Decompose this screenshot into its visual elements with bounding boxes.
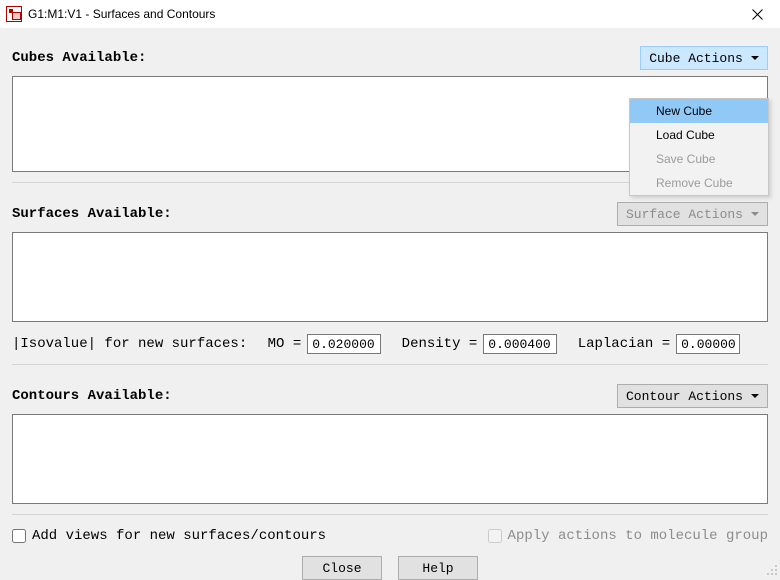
contours-listbox[interactable] bbox=[12, 414, 768, 504]
isovalue-row: |Isovalue| for new surfaces: MO = Densit… bbox=[12, 334, 768, 354]
cube-actions-button-label: Cube Actions bbox=[649, 51, 743, 66]
chevron-down-icon bbox=[751, 56, 759, 60]
menu-item-load-cube[interactable]: Load Cube bbox=[630, 123, 768, 147]
app-icon bbox=[6, 6, 22, 22]
add-views-checkbox[interactable] bbox=[12, 529, 26, 543]
cubes-header: Cubes Available: Cube Actions bbox=[12, 46, 768, 70]
surfaces-listbox[interactable] bbox=[12, 232, 768, 322]
chevron-down-icon bbox=[751, 212, 759, 216]
contours-label: Contours Available: bbox=[12, 388, 172, 404]
surface-actions-button-label: Surface Actions bbox=[626, 207, 743, 222]
menu-item-remove-cube: Remove Cube bbox=[630, 171, 768, 195]
window-title: G1:M1:V1 - Surfaces and Contours bbox=[28, 7, 215, 21]
close-window-button[interactable] bbox=[735, 0, 780, 28]
surfaces-header: Surfaces Available: Surface Actions bbox=[12, 202, 768, 226]
dialog-content: Cubes Available: Cube Actions New Cube L… bbox=[0, 28, 780, 580]
apply-group-checkbox bbox=[488, 529, 502, 543]
surfaces-label: Surfaces Available: bbox=[12, 206, 172, 222]
surface-actions-button: Surface Actions bbox=[617, 202, 768, 226]
divider bbox=[12, 514, 768, 516]
close-button[interactable]: Close bbox=[302, 556, 382, 580]
isovalue-prefix-label: |Isovalue| for new surfaces: bbox=[12, 336, 247, 352]
close-icon bbox=[752, 9, 763, 20]
mo-input[interactable] bbox=[307, 334, 381, 354]
apply-group-label: Apply actions to molecule group bbox=[508, 528, 768, 544]
contour-actions-button-label: Contour Actions bbox=[626, 389, 743, 404]
density-input[interactable] bbox=[483, 334, 557, 354]
apply-group-wrap: Apply actions to molecule group bbox=[488, 528, 768, 544]
chevron-down-icon bbox=[751, 394, 759, 398]
resize-grip[interactable] bbox=[764, 562, 778, 576]
laplacian-input[interactable] bbox=[676, 334, 740, 354]
contour-actions-button[interactable]: Contour Actions bbox=[617, 384, 768, 408]
add-views-label: Add views for new surfaces/contours bbox=[32, 528, 326, 544]
divider bbox=[12, 364, 768, 366]
help-button[interactable]: Help bbox=[398, 556, 478, 580]
cube-actions-button[interactable]: Cube Actions bbox=[640, 46, 768, 70]
laplacian-label: Laplacian = bbox=[578, 336, 670, 352]
menu-item-save-cube: Save Cube bbox=[630, 147, 768, 171]
contours-header: Contours Available: Contour Actions bbox=[12, 384, 768, 408]
menu-item-new-cube[interactable]: New Cube bbox=[630, 99, 768, 123]
button-row: Close Help bbox=[12, 556, 768, 580]
options-row: Add views for new surfaces/contours Appl… bbox=[12, 528, 768, 544]
mo-label: MO = bbox=[268, 336, 302, 352]
cube-actions-menu: New Cube Load Cube Save Cube Remove Cube bbox=[629, 98, 769, 196]
density-label: Density = bbox=[402, 336, 478, 352]
title-bar: G1:M1:V1 - Surfaces and Contours bbox=[0, 0, 780, 28]
cubes-label: Cubes Available: bbox=[12, 50, 146, 66]
